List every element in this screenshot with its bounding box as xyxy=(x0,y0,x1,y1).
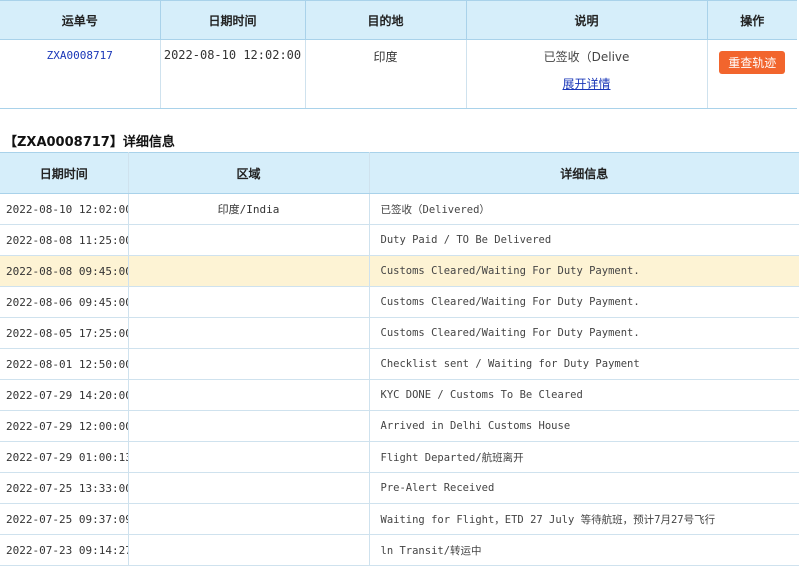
row-time: 2022-07-29 01:00:13 xyxy=(0,441,129,473)
destination-cell: 印度 xyxy=(305,39,467,109)
description-cell: 已签收（Delive 展开详情 xyxy=(466,39,708,109)
status-text: 已签收（Delive xyxy=(543,50,630,64)
header-datetime: 日期时间 xyxy=(160,0,306,40)
row-time: 2022-07-25 09:37:09 xyxy=(0,503,129,535)
row-region xyxy=(128,286,370,318)
table-row: 2022-08-05 17:25:00 Customs Cleared/Wait… xyxy=(0,317,799,349)
row-region xyxy=(128,410,370,442)
row-info: Duty Paid / TO Be Delivered xyxy=(369,224,799,256)
row-time: 2022-07-29 14:20:00 xyxy=(0,379,129,411)
row-info: Flight Departed/航班离开 xyxy=(369,441,799,473)
row-info: Customs Cleared/Waiting For Duty Payment… xyxy=(369,255,799,287)
table-row: 2022-07-29 12:00:00 Arrived in Delhi Cus… xyxy=(0,410,799,442)
row-info: 已签收（Delivered） xyxy=(369,193,799,225)
table-row: 2022-08-08 11:25:00 Duty Paid / TO Be De… xyxy=(0,224,799,256)
table-row: 2022-08-01 12:50:00 Checklist sent / Wai… xyxy=(0,348,799,380)
requery-track-button[interactable]: 重查轨迹 xyxy=(719,51,786,74)
row-region xyxy=(128,255,370,287)
table-row: 2022-07-25 09:37:09 Waiting for Flight，E… xyxy=(0,503,799,535)
row-region xyxy=(128,317,370,349)
row-info: Customs Cleared/Waiting For Duty Payment… xyxy=(369,317,799,349)
row-region xyxy=(128,379,370,411)
summary-header-row: 运单号 日期时间 目的地 说明 操作 xyxy=(0,0,797,40)
expand-details-link[interactable]: 展开详情 xyxy=(467,75,707,92)
row-region xyxy=(128,348,370,380)
header-description: 说明 xyxy=(466,0,708,40)
table-row: 2022-07-29 01:00:13 Flight Departed/航班离开 xyxy=(0,441,799,473)
datetime-cell: 2022-08-10 12:02:00 xyxy=(160,39,306,109)
header-action: 操作 xyxy=(707,0,797,40)
table-row: 2022-08-06 09:45:00 Customs Cleared/Wait… xyxy=(0,286,799,318)
table-row: 2022-07-23 09:14:27 ln Transit/转运中 xyxy=(0,534,799,566)
row-region xyxy=(128,534,370,566)
waybill-cell: ZXA0008717 xyxy=(0,39,161,109)
header-waybill: 运单号 xyxy=(0,0,161,40)
row-info: Waiting for Flight，ETD 27 July 等待航班，预计7月… xyxy=(369,503,799,535)
row-info: Arrived in Delhi Customs House xyxy=(369,410,799,442)
detail-title: 【ZXA0008717】详细信息 xyxy=(4,135,175,150)
row-info: ln Transit/转运中 xyxy=(369,534,799,566)
row-time: 2022-08-10 12:02:00 xyxy=(0,193,129,225)
table-row-highlighted: 2022-08-08 09:45:00 Customs Cleared/Wait… xyxy=(0,255,799,287)
detail-header-row: 日期时间 区域 详细信息 xyxy=(0,152,799,194)
table-row: 2022-08-10 12:02:00 印度/India 已签收（Deliver… xyxy=(0,193,799,225)
detail-header-info: 详细信息 xyxy=(369,152,799,194)
row-time: 2022-08-06 09:45:00 xyxy=(0,286,129,318)
row-time: 2022-08-01 12:50:00 xyxy=(0,348,129,380)
row-region xyxy=(128,472,370,504)
row-info: Pre-Alert Received xyxy=(369,472,799,504)
row-time: 2022-07-23 09:14:27 xyxy=(0,534,129,566)
table-row: 2022-07-29 14:20:00 KYC DONE / Customs T… xyxy=(0,379,799,411)
table-row: 2022-07-25 13:33:00 Pre-Alert Received xyxy=(0,472,799,504)
row-time: 2022-07-25 13:33:00 xyxy=(0,472,129,504)
summary-row: ZXA0008717 2022-08-10 12:02:00 印度 已签收（De… xyxy=(0,39,797,109)
row-time: 2022-08-05 17:25:00 xyxy=(0,317,129,349)
waybill-link[interactable]: ZXA0008717 xyxy=(47,49,113,62)
row-time: 2022-08-08 11:25:00 xyxy=(0,224,129,256)
row-info: Customs Cleared/Waiting For Duty Payment… xyxy=(369,286,799,318)
row-info: KYC DONE / Customs To Be Cleared xyxy=(369,379,799,411)
detail-header-datetime: 日期时间 xyxy=(0,152,129,194)
row-info: Checklist sent / Waiting for Duty Paymen… xyxy=(369,348,799,380)
header-destination: 目的地 xyxy=(305,0,467,40)
action-cell: 重查轨迹 xyxy=(707,39,797,109)
detail-header-region: 区域 xyxy=(128,152,370,194)
detail-table: 日期时间 区域 详细信息 2022-08-10 12:02:00 印度/Indi… xyxy=(0,152,799,566)
row-time: 2022-08-08 09:45:00 xyxy=(0,255,129,287)
row-region xyxy=(128,224,370,256)
row-region xyxy=(128,441,370,473)
row-region: 印度/India xyxy=(128,193,370,225)
row-time: 2022-07-29 12:00:00 xyxy=(0,410,129,442)
summary-table: 运单号 日期时间 目的地 说明 操作 ZXA0008717 2022-08-10… xyxy=(0,0,797,109)
row-region xyxy=(128,503,370,535)
